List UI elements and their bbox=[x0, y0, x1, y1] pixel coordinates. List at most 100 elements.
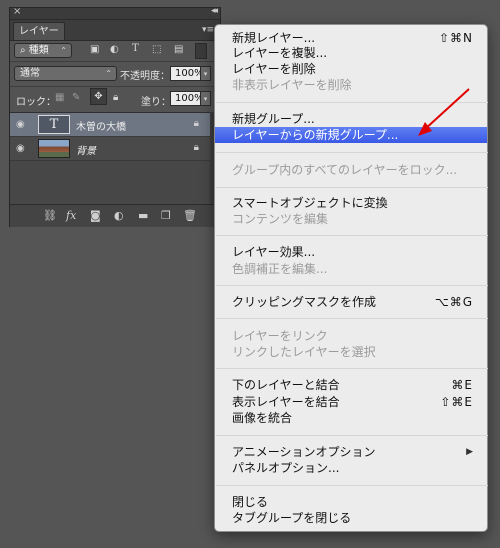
menu-item-label: グループ内のすべてのレイヤーをロック... bbox=[232, 163, 458, 177]
menu-item-label: レイヤーからの新規グループ... bbox=[232, 128, 399, 142]
menu-separator bbox=[216, 285, 488, 286]
adjustment-icon[interactable]: ◐ bbox=[114, 209, 124, 222]
menu-item-edit-adjustment: 色調補正を編集... bbox=[215, 261, 487, 277]
menu-item-label: アニメーションオプション bbox=[232, 445, 376, 459]
menu-item-delete-hidden-layers: 非表示レイヤーを削除 bbox=[215, 77, 487, 93]
fill-input[interactable]: 100% bbox=[170, 91, 204, 106]
menu-separator bbox=[216, 187, 488, 188]
menu-item-lock-all-layers-in-group: グループ内のすべてのレイヤーをロック... bbox=[215, 162, 487, 178]
menu-item-new-group-from-layers[interactable]: レイヤーからの新規グループ... bbox=[215, 127, 487, 143]
menu-item-new-layer[interactable]: 新規レイヤー... ⇧⌘N bbox=[215, 30, 487, 46]
menu-item-label: クリッピングマスクを作成 bbox=[232, 295, 377, 309]
menu-item-label: レイヤーを削除 bbox=[232, 62, 316, 76]
menu-item-new-group[interactable]: 新規グループ... bbox=[215, 111, 487, 127]
menu-item-label: レイヤーを複製... bbox=[232, 46, 328, 60]
menu-item-panel-options[interactable]: パネルオプション... bbox=[215, 460, 487, 476]
filter-kind-select[interactable]: ⌕ 種類 ⌃ bbox=[14, 43, 72, 58]
menu-item-label: 新規レイヤー... bbox=[232, 31, 316, 45]
menu-item-label: 表示レイヤーを結合 bbox=[232, 395, 340, 409]
menu-item-merge-down[interactable]: 下のレイヤーと結合 ⌘E bbox=[215, 377, 487, 393]
fill-stepper[interactable]: ▾ bbox=[200, 91, 211, 106]
menu-separator bbox=[216, 485, 488, 486]
layer-row-text[interactable]: ◉ T 木曽の大橋 🔒︎ bbox=[10, 113, 220, 137]
search-icon: ⌕ bbox=[20, 45, 26, 56]
menu-item-flatten-image[interactable]: 画像を統合 bbox=[215, 410, 487, 426]
adjustment-filter-icon[interactable]: ◐ bbox=[110, 44, 119, 55]
menu-item-close-tab-group[interactable]: タブグループを閉じる bbox=[215, 510, 487, 526]
layer-name[interactable]: 背景 bbox=[76, 142, 96, 157]
filter-kind-label: 種類 bbox=[28, 45, 49, 56]
close-icon[interactable]: × bbox=[13, 6, 21, 17]
image-layer-thumbnail bbox=[38, 139, 70, 158]
divider bbox=[10, 86, 220, 87]
folder-icon[interactable]: ▬ bbox=[138, 209, 148, 222]
menu-separator bbox=[216, 368, 488, 369]
shortcut-label: ⌥⌘G bbox=[434, 295, 473, 309]
fx-icon[interactable]: fx bbox=[66, 209, 76, 222]
menu-separator bbox=[216, 318, 488, 319]
layers-list: ◉ T 木曽の大橋 🔒︎ ◉ 背景 🔒︎ bbox=[10, 112, 220, 205]
opacity-stepper[interactable]: ▾ bbox=[200, 66, 211, 81]
lock-icon: 🔒︎ bbox=[193, 118, 199, 129]
collapse-panel-icon[interactable]: ◂◂ bbox=[211, 6, 218, 16]
menu-item-merge-visible[interactable]: 表示レイヤーを結合 ⇧⌘E bbox=[215, 394, 487, 410]
menu-item-select-linked-layers: リンクしたレイヤーを選択 bbox=[215, 344, 487, 360]
lock-label: ロック： bbox=[16, 97, 56, 108]
menu-item-label: リンクしたレイヤーを選択 bbox=[232, 345, 376, 359]
menu-item-close[interactable]: 閉じる bbox=[215, 494, 487, 510]
lock-pixels-icon[interactable]: ✎ bbox=[72, 92, 80, 103]
smart-object-filter-icon[interactable]: ▤ bbox=[174, 44, 183, 55]
lock-position-icon[interactable]: ✥ bbox=[90, 88, 107, 105]
panel-bottom-toolbar: ⛓ fx ◙ ◐ ▬ ❐ 🗑︎ bbox=[10, 204, 220, 227]
layers-panel-menu: 新規レイヤー... ⇧⌘N レイヤーを複製... レイヤーを削除 非表示レイヤー… bbox=[214, 24, 488, 532]
blend-mode-value: 通常 bbox=[20, 68, 40, 79]
layer-name[interactable]: 木曽の大橋 bbox=[76, 118, 126, 133]
lock-all-icon[interactable]: 🔒︎ bbox=[113, 92, 118, 103]
menu-item-label: 非表示レイヤーを削除 bbox=[232, 78, 352, 92]
menu-item-label: 閉じる bbox=[232, 495, 269, 509]
lock-icon: 🔒︎ bbox=[193, 142, 199, 153]
menu-item-label: 下のレイヤーと結合 bbox=[232, 378, 340, 392]
eye-icon[interactable]: ◉ bbox=[16, 119, 25, 130]
panel-menu-icon[interactable]: ▾≡ bbox=[202, 25, 214, 35]
tab-layers[interactable]: レイヤー bbox=[13, 22, 65, 40]
link-icon[interactable]: ⛓ bbox=[43, 209, 57, 222]
submenu-arrow-icon: ▶ bbox=[466, 447, 473, 457]
type-filter-icon[interactable]: T bbox=[132, 43, 139, 54]
menu-item-label: コンテンツを編集 bbox=[232, 212, 329, 226]
shortcut-label: ⇧⌘E bbox=[440, 395, 473, 409]
opacity-input[interactable]: 100% bbox=[170, 66, 204, 81]
lock-transparency-icon[interactable]: ▦ bbox=[55, 92, 64, 103]
trash-icon[interactable]: 🗑︎ bbox=[183, 209, 197, 222]
menu-item-label: スマートオブジェクトに変換 bbox=[232, 196, 388, 210]
menu-separator bbox=[216, 102, 488, 103]
eye-icon[interactable]: ◉ bbox=[16, 143, 25, 154]
menu-item-delete-layer[interactable]: レイヤーを削除 bbox=[215, 61, 487, 77]
menu-item-label: タブグループを閉じる bbox=[232, 511, 352, 525]
panel-tab-bar: レイヤー ▾≡ bbox=[10, 20, 220, 41]
new-layer-icon[interactable]: ❐ bbox=[161, 209, 171, 222]
menu-item-convert-to-smart-object[interactable]: スマートオブジェクトに変換 bbox=[215, 195, 487, 211]
menu-item-link-layers: レイヤーをリンク bbox=[215, 328, 487, 344]
menu-item-duplicate-layer[interactable]: レイヤーを複製... bbox=[215, 45, 487, 61]
pixel-filter-icon[interactable]: ▣ bbox=[90, 44, 99, 55]
menu-separator bbox=[216, 152, 488, 153]
text-layer-thumbnail: T bbox=[38, 115, 70, 134]
menu-item-layer-effects[interactable]: レイヤー効果... bbox=[215, 244, 487, 260]
menu-item-label: 色調補正を編集... bbox=[232, 262, 328, 276]
shape-filter-icon[interactable]: ⬚ bbox=[152, 44, 161, 55]
chevron-updown-icon: ⌃ bbox=[105, 69, 112, 78]
shortcut-label: ⇧⌘N bbox=[438, 31, 473, 45]
mask-icon[interactable]: ◙ bbox=[90, 209, 101, 222]
divider bbox=[10, 61, 220, 62]
blend-mode-select[interactable]: 通常 ⌃ bbox=[14, 66, 117, 81]
filter-toggle[interactable] bbox=[195, 43, 207, 59]
layer-row-background[interactable]: ◉ 背景 🔒︎ bbox=[10, 137, 220, 161]
menu-item-create-clipping-mask[interactable]: クリッピングマスクを作成 ⌥⌘G bbox=[215, 294, 487, 310]
panel-title-strip: × ◂◂ bbox=[10, 6, 220, 20]
menu-item-label: レイヤー効果... bbox=[232, 245, 316, 259]
chevron-updown-icon: ⌃ bbox=[60, 46, 67, 55]
layers-panel: × ◂◂ レイヤー ▾≡ ⌕ 種類 ⌃ ▣ ◐ T ⬚ ▤ 通常 ⌃ 不透明度：… bbox=[9, 6, 221, 227]
menu-item-animation-options[interactable]: アニメーションオプション ▶ bbox=[215, 444, 487, 460]
fill-label: 塗り： bbox=[141, 97, 171, 108]
